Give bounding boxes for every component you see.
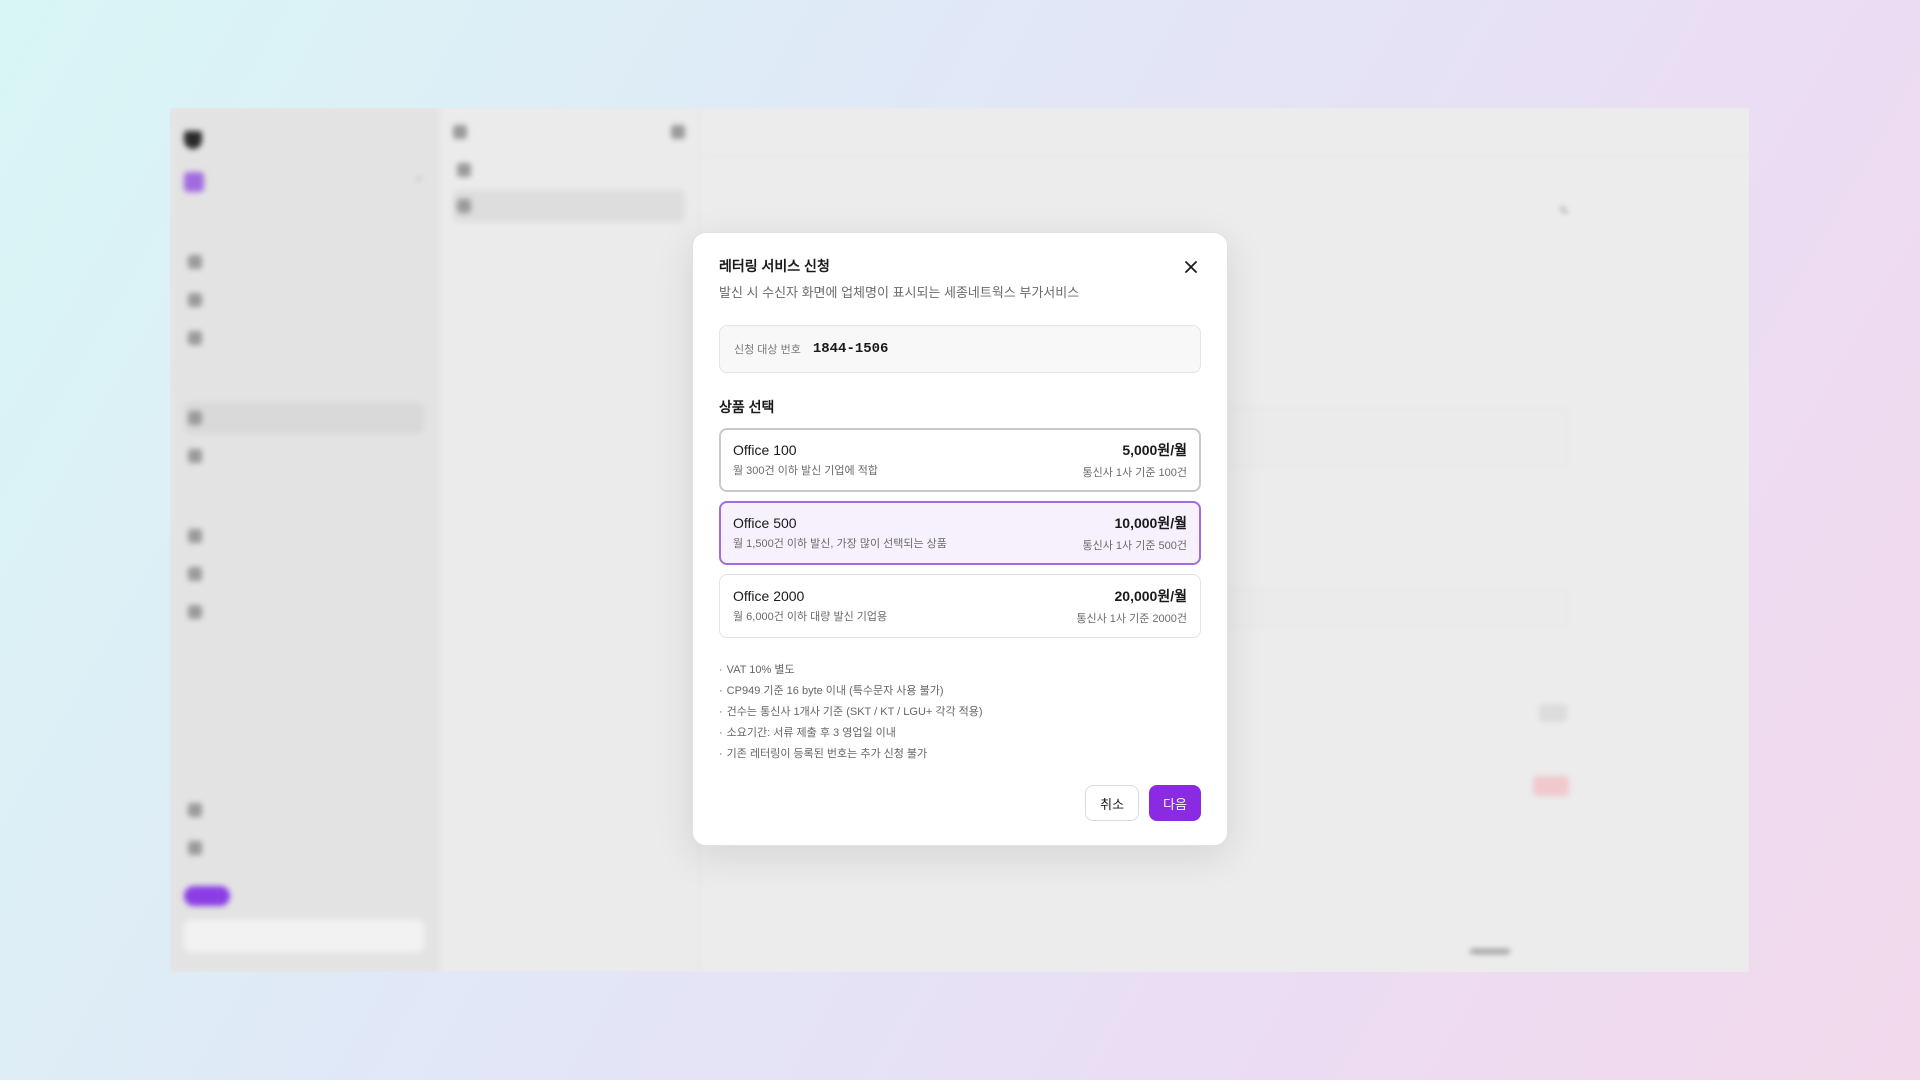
secondary-panel-header [453, 120, 685, 144]
plan-quota: 통신사 1사 기준 2000건 [1076, 613, 1187, 625]
edit-icon: ✎ [1558, 204, 1569, 218]
note-item: 건수는 통신사 1개사 기준 (SKT / KT / LGU+ 각각 적용) [719, 702, 1201, 723]
content-card [1221, 408, 1569, 468]
list-item-icon [457, 199, 471, 213]
add-icon [671, 125, 685, 139]
plan-quota: 통신사 1사 기준 100건 [1082, 467, 1187, 479]
sidebar-item-icon [188, 841, 202, 855]
sidebar-item [184, 520, 424, 552]
note-item: 기존 레터링이 등록된 번호는 추가 신청 불가 [719, 744, 1201, 765]
sidebar-item-icon [188, 255, 202, 269]
plan-quota: 통신사 1사 기준 500건 [1082, 540, 1187, 552]
cancel-button[interactable]: 취소 [1085, 785, 1140, 821]
plan-price: 10,000원/월 [1114, 515, 1187, 531]
status-badge-red [1533, 776, 1569, 796]
plan-name: Office 500 [733, 515, 797, 531]
sidebar-item-icon [188, 529, 202, 543]
modal-title: 레터링 서비스 신청 [719, 258, 830, 274]
sidebar-item [184, 440, 424, 472]
plan-price: 20,000원/월 [1114, 588, 1187, 604]
plan-description: 월 300건 이하 발신 기업에 적합 [733, 465, 878, 477]
close-button[interactable] [1181, 257, 1201, 277]
modal-subtitle: 발신 시 수신자 화면에 업체명이 표시되는 세종네트웍스 부가서비스 [719, 285, 1080, 300]
upgrade-button [184, 920, 424, 952]
sidebar-bottom [184, 794, 424, 952]
plan-description: 월 1,500건 이하 발신, 가장 많이 선택되는 상품 [733, 538, 947, 550]
plan-option-office-2000[interactable]: Office 2000 월 6,000건 이하 대량 발신 기업용 20,000… [719, 574, 1201, 638]
plan-badge [184, 886, 230, 906]
notes-list: VAT 10% 별도 CP949 기준 16 byte 이내 (특수문자 사용 … [719, 660, 1201, 765]
modal-actions: 취소 다음 [1085, 785, 1201, 821]
plan-option-office-500[interactable]: Office 500 월 1,500건 이하 발신, 가장 많이 선택되는 상품… [719, 501, 1201, 565]
status-badge [1539, 704, 1567, 722]
sidebar-item-icon [188, 293, 202, 307]
close-icon [1185, 261, 1197, 273]
sidebar-item-active [184, 402, 424, 434]
sidebar-item-icon [188, 605, 202, 619]
list-item-icon [457, 163, 471, 177]
next-button[interactable]: 다음 [1149, 785, 1201, 821]
number-list-item-active [453, 190, 685, 222]
plan-list: Office 100 월 300건 이하 발신 기업에 적합 5,000원/월 … [719, 428, 1201, 638]
sidebar-item-icon [188, 449, 202, 463]
sidebar-item-icon [188, 411, 202, 425]
sidebar: ⌃ [170, 108, 438, 972]
sidebar-item [184, 284, 424, 316]
lettering-service-modal: 레터링 서비스 신청 발신 시 수신자 화면에 업체명이 표시되는 세종네트웍스… [692, 232, 1228, 846]
logo [184, 120, 424, 160]
sidebar-item-icon [188, 803, 202, 817]
workspace-switcher: ⌃ [184, 166, 424, 198]
note-item: VAT 10% 별도 [719, 660, 1201, 681]
plan-option-office-100[interactable]: Office 100 월 300건 이하 발신 기업에 적합 5,000원/월 … [719, 428, 1201, 492]
sidebar-item [184, 246, 424, 278]
plan-price: 5,000원/월 [1122, 442, 1187, 458]
target-number-label: 신청 대상 번호 [734, 344, 801, 356]
logo-icon [184, 131, 202, 149]
sidebar-section-header [188, 500, 424, 512]
plan-status-row [184, 882, 424, 910]
content-card [1221, 588, 1569, 628]
sidebar-section-header [188, 226, 424, 238]
plan-pricing: 5,000원/월 통신사 1사 기준 100건 [1083, 440, 1187, 480]
main-header [701, 108, 1749, 156]
sidebar-item [184, 558, 424, 590]
panel-icon [453, 125, 467, 139]
sidebar-item [184, 832, 424, 864]
sidebar-item-icon [188, 331, 202, 345]
note-item: 소요기간: 서류 제출 후 3 영업일 이내 [719, 723, 1201, 744]
sidebar-item [184, 322, 424, 354]
workspace-avatar [184, 172, 204, 192]
plan-description: 월 6,000건 이하 대량 발신 기업용 [733, 611, 888, 623]
plan-info: Office 2000 월 6,000건 이하 대량 발신 기업용 [733, 588, 887, 624]
note-item: CP949 기준 16 byte 이내 (특수문자 사용 불가) [719, 681, 1201, 702]
plan-section-title: 상품 선택 [719, 399, 775, 415]
sidebar-item-icon [188, 567, 202, 581]
plan-info: Office 500 월 1,500건 이하 발신, 가장 많이 선택되는 상품 [733, 515, 947, 551]
scroll-handle [1470, 949, 1510, 954]
plan-name: Office 2000 [733, 588, 805, 604]
sidebar-item [184, 794, 424, 826]
target-number-value: 1844-1506 [812, 341, 889, 357]
sidebar-item [184, 596, 424, 628]
number-list-item [453, 154, 685, 186]
plan-name: Office 100 [733, 442, 797, 458]
chevron-icon: ⌃ [413, 175, 424, 189]
target-number-box: 신청 대상 번호 1844-1506 [719, 325, 1201, 373]
plan-pricing: 20,000원/월 통신사 1사 기준 2000건 [1076, 586, 1187, 626]
plan-info: Office 100 월 300건 이하 발신 기업에 적합 [733, 442, 878, 478]
secondary-panel [438, 108, 700, 972]
sidebar-section-header [188, 382, 424, 394]
plan-pricing: 10,000원/월 통신사 1사 기준 500건 [1083, 513, 1187, 553]
